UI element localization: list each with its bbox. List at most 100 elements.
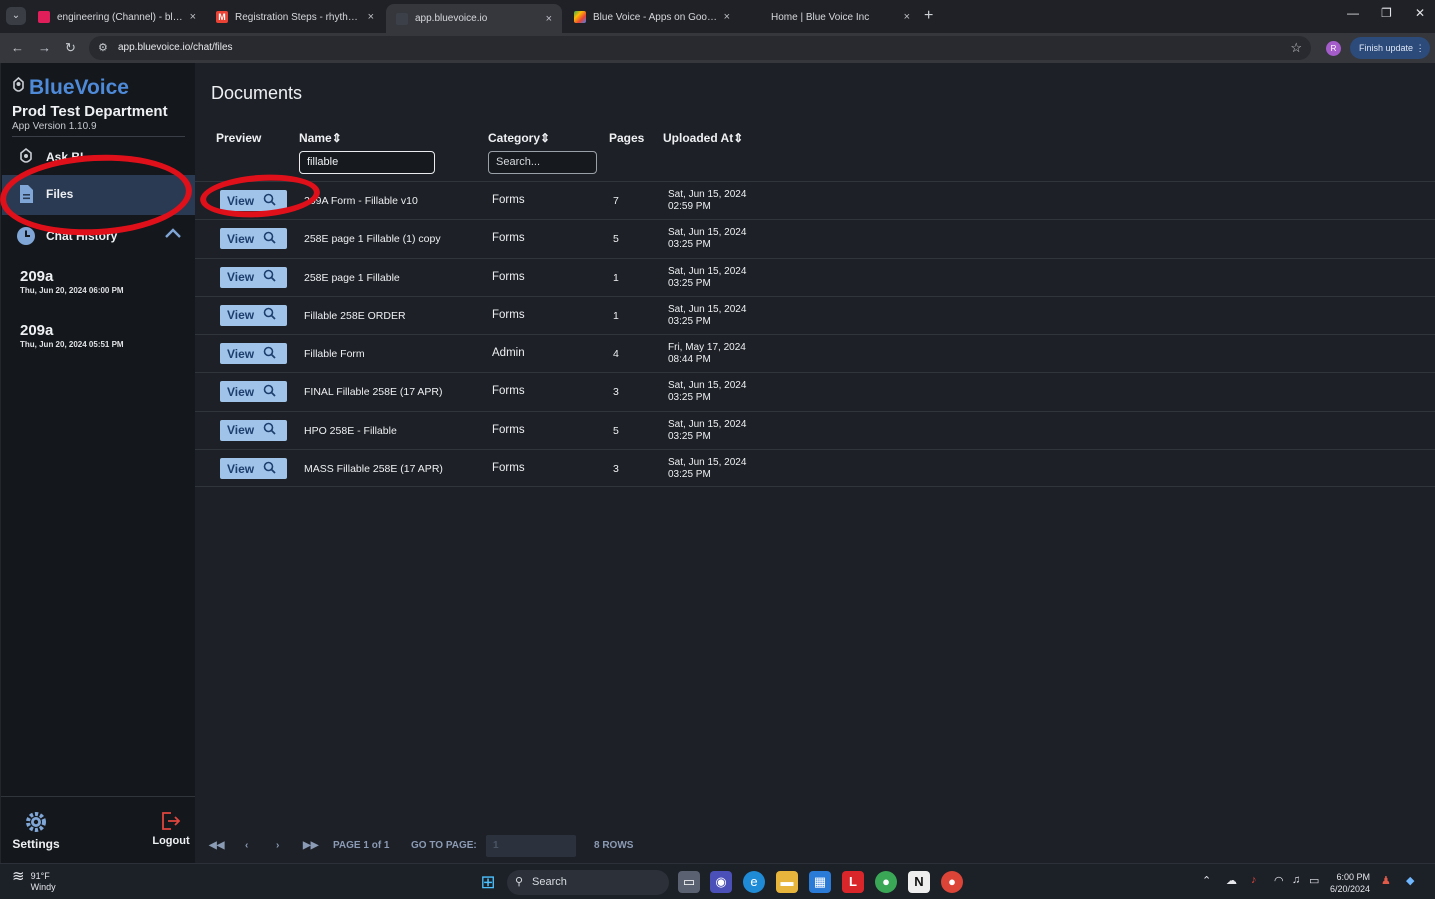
column-header-preview: Preview — [216, 131, 262, 145]
sidebar-item-chat-history[interactable]: Chat History — [16, 226, 117, 246]
magnifier-icon — [263, 346, 276, 362]
sort-icon[interactable]: ⇕ — [733, 131, 743, 145]
document-name: Fillable 258E ORDER — [304, 309, 406, 322]
chevron-up-icon[interactable] — [164, 226, 182, 244]
close-window-icon[interactable]: ✕ — [1415, 6, 1425, 20]
view-button[interactable]: View — [220, 266, 287, 288]
battery-icon[interactable]: ▭ — [1309, 874, 1319, 887]
browser-tab[interactable]: Blue Voice - Apps on Google Pl × — [564, 4, 740, 30]
url-text[interactable]: app.bluevoice.io/chat/files — [118, 42, 233, 53]
chrome-profile-icon[interactable]: ● — [941, 871, 963, 893]
document-category: Admin — [492, 347, 525, 360]
volume-icon[interactable]: ♫ — [1292, 874, 1300, 886]
notification-bell-icon[interactable]: ♟ — [1381, 874, 1391, 887]
column-header-uploaded-at[interactable]: Uploaded At⇕ — [663, 131, 743, 145]
magnifier-icon — [263, 384, 276, 400]
wifi-icon[interactable]: ◠ — [1274, 874, 1284, 887]
next-page-icon[interactable]: › — [276, 840, 279, 851]
slack-icon — [38, 11, 50, 23]
category-filter-input[interactable]: Search... — [488, 151, 597, 174]
view-button[interactable]: View — [220, 343, 287, 365]
file-explorer-icon[interactable]: ▬ — [776, 871, 798, 893]
last-page-icon[interactable]: ▶▶ — [303, 840, 318, 851]
view-button[interactable]: View — [220, 458, 287, 480]
system-clock[interactable]: 6:00 PM 6/20/2024 — [1330, 871, 1370, 895]
settings-button[interactable]: Settings — [11, 810, 61, 851]
document-category: Forms — [492, 385, 525, 398]
magnifier-icon — [263, 269, 276, 285]
chat-history-item[interactable]: 209a Thu, Jun 20, 2024 06:00 PM — [20, 268, 124, 295]
row-count: 8 ROWS — [594, 840, 634, 851]
chrome-icon[interactable]: ● — [875, 871, 897, 893]
view-button[interactable]: View — [220, 381, 287, 403]
show-hidden-icons-icon[interactable]: ⌃ — [1202, 874, 1211, 887]
table-row: View Fillable Form Admin 4 Fri, May 17, 2024… — [195, 334, 1435, 372]
chat-history-item[interactable]: 209a Thu, Jun 20, 2024 05:51 PM — [20, 322, 124, 349]
browser-tab-active[interactable]: app.bluevoice.io × — [386, 4, 562, 33]
table-row: View Fillable 258E ORDER Forms 1 Sat, Jun 15… — [195, 295, 1435, 334]
sort-icon[interactable]: ⇕ — [540, 131, 550, 145]
menu-dots-icon[interactable]: ⋮ — [1416, 43, 1425, 53]
new-tab-button[interactable]: + — [924, 7, 933, 25]
finish-update-button[interactable]: Finish update ⋮ — [1350, 37, 1430, 59]
column-header-name[interactable]: Name⇕ — [299, 131, 342, 145]
document-uploaded-at: Sat, Jun 15, 2024 03:25 PM — [668, 303, 747, 327]
table-row: View 209A Form - Fillable v10 Forms 7 Sat, J… — [195, 181, 1435, 219]
browser-tab[interactable]: engineering (Channel) - bluevoi × — [28, 4, 206, 30]
page-title: Documents — [211, 83, 303, 103]
go-to-page-input[interactable]: 1 — [486, 835, 576, 857]
department-name: Prod Test Department — [12, 103, 168, 120]
document-pages: 3 — [613, 463, 619, 476]
view-button[interactable]: View — [220, 304, 287, 326]
teams-chat-icon[interactable]: ◉ — [710, 871, 732, 893]
first-page-icon[interactable]: ◀◀ — [209, 840, 224, 851]
close-tab-icon[interactable]: × — [724, 11, 730, 23]
minimize-icon[interactable]: — — [1347, 6, 1359, 20]
edge-icon[interactable]: e — [743, 871, 765, 893]
browser-tab[interactable]: Home | Blue Voice Inc × — [742, 4, 920, 30]
column-header-category[interactable]: Category⇕ — [488, 131, 550, 145]
site-settings-icon[interactable]: ⚙ — [98, 41, 108, 54]
close-tab-icon[interactable]: × — [904, 11, 910, 23]
copilot-icon[interactable]: ◆ — [1406, 874, 1414, 887]
store-icon[interactable]: ▦ — [809, 871, 831, 893]
sort-icon[interactable]: ⇕ — [332, 131, 342, 145]
table-row: View HPO 258E - Fillable Forms 5 Sat, Jun 15… — [195, 410, 1435, 449]
sidebar-item-ask-bi[interactable]: Ask BI — [16, 147, 83, 167]
gear-icon — [11, 810, 61, 837]
lastpass-icon[interactable]: L — [842, 871, 864, 893]
windows-start-icon[interactable]: ⊞ — [477, 871, 499, 893]
browser-toolbar: ← → ↻ ⚙ app.bluevoice.io/chat/files ☆ R … — [0, 33, 1435, 63]
microphone-icon[interactable]: ♪ — [1251, 874, 1257, 886]
taskbar-search[interactable]: ⚲ Search — [507, 870, 669, 895]
bookmark-star-icon[interactable]: ☆ — [1290, 40, 1302, 56]
onedrive-icon[interactable]: ☁ — [1226, 874, 1237, 887]
sidebar-item-files[interactable]: Files — [16, 184, 73, 204]
close-tab-icon[interactable]: × — [190, 11, 196, 23]
reload-icon[interactable]: ↻ — [65, 40, 76, 56]
close-tab-icon[interactable]: × — [368, 11, 374, 23]
sidebar-footer: Settings Logout — [1, 796, 196, 863]
logout-button[interactable]: Logout — [151, 810, 191, 847]
address-bar[interactable]: ⚙ app.bluevoice.io/chat/files ☆ — [89, 36, 1311, 60]
clock-icon — [16, 226, 36, 246]
document-uploaded-at: Sat, Jun 15, 2024 03:25 PM — [668, 265, 747, 289]
restore-icon[interactable]: ❐ — [1381, 6, 1392, 20]
name-filter-input[interactable]: fillable — [299, 151, 435, 174]
task-view-icon[interactable]: ▭ — [678, 871, 700, 893]
back-icon[interactable]: ← — [11, 40, 24, 55]
notion-icon[interactable]: N — [908, 871, 930, 893]
table-row: View MASS Fillable 258E (17 APR) Forms 3 Sat… — [195, 449, 1435, 488]
tab-search-button[interactable]: ⌄ — [6, 7, 26, 25]
document-uploaded-at: Sat, Jun 15, 2024 03:25 PM — [668, 227, 747, 251]
close-tab-icon[interactable]: × — [546, 13, 552, 25]
forward-icon[interactable]: → — [38, 40, 51, 55]
previous-page-icon[interactable]: ‹ — [245, 840, 248, 851]
document-name: 258E page 1 Fillable (1) copy — [304, 233, 441, 246]
weather-widget[interactable]: ≋ 91°F Windy — [12, 869, 56, 893]
browser-tab[interactable]: M Registration Steps - rhythm@bl × — [206, 4, 384, 30]
view-button[interactable]: View — [220, 228, 287, 250]
view-button[interactable]: View — [220, 190, 287, 211]
profile-avatar[interactable]: R — [1326, 41, 1341, 56]
view-button[interactable]: View — [220, 419, 287, 441]
